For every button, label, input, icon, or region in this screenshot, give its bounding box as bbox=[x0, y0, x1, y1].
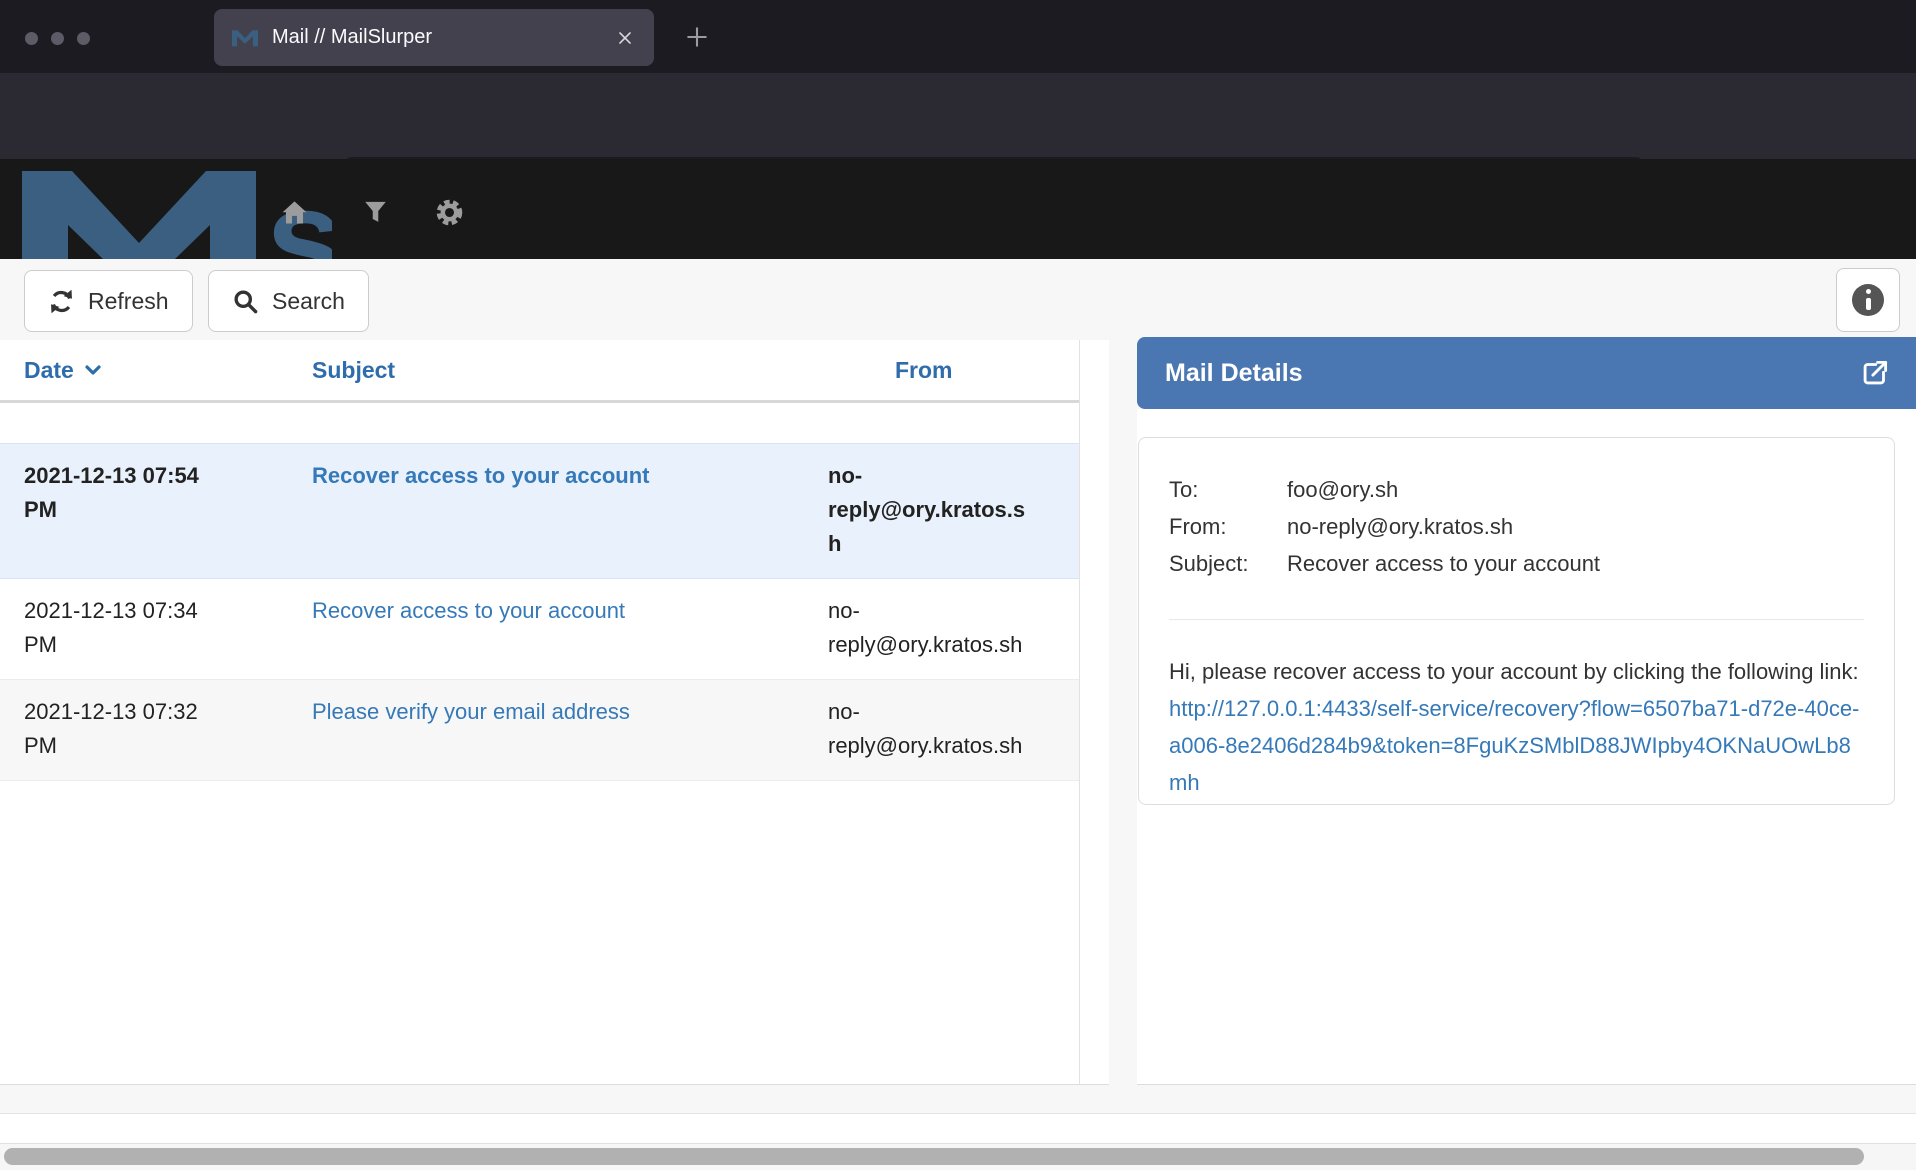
mail-meta-from: From: no-reply@ory.kratos.sh bbox=[1169, 508, 1864, 545]
mail-row-date: 2021-12-13 07:34 PM bbox=[0, 594, 288, 662]
browser-tab-bar: Mail // MailSlurper bbox=[0, 0, 1916, 73]
mail-body-text: Hi, please recover access to your accoun… bbox=[1169, 659, 1859, 684]
window-controls[interactable] bbox=[25, 32, 90, 45]
tab-title: Mail // MailSlurper bbox=[272, 26, 614, 49]
mail-row-from: no-reply@ory.kratos.sh bbox=[804, 695, 1079, 763]
bottom-strip bbox=[0, 1113, 1916, 1143]
sort-descending-icon bbox=[83, 360, 103, 380]
search-button[interactable]: Search bbox=[208, 270, 369, 332]
to-value: foo@ory.sh bbox=[1287, 471, 1398, 508]
mail-subject-link[interactable]: Recover access to your account bbox=[312, 463, 649, 488]
to-label: To: bbox=[1169, 471, 1287, 508]
mail-body: Hi, please recover access to your accoun… bbox=[1169, 653, 1864, 801]
mail-meta-to: To: foo@ory.sh bbox=[1169, 471, 1864, 508]
column-header-subject-label: Subject bbox=[312, 357, 395, 384]
mail-row-2[interactable]: 2021-12-13 07:34 PM Recover access to yo… bbox=[0, 579, 1079, 680]
mail-row-subject: Recover access to your account bbox=[288, 459, 804, 561]
filter-icon[interactable] bbox=[361, 197, 390, 226]
search-button-label: Search bbox=[272, 288, 345, 315]
mail-details-panel: To: foo@ory.sh From: no-reply@ory.kratos… bbox=[1137, 409, 1916, 1085]
column-header-from[interactable]: From bbox=[804, 357, 1079, 384]
open-external-icon[interactable] bbox=[1858, 356, 1892, 390]
tab-close-icon[interactable] bbox=[614, 27, 636, 49]
favicon-mailslurper-icon bbox=[232, 25, 258, 51]
mail-row-date: 2021-12-13 07:32 PM bbox=[0, 695, 288, 763]
search-icon bbox=[232, 288, 259, 315]
scrollbar-thumb[interactable] bbox=[4, 1148, 1864, 1165]
column-header-date-label: Date bbox=[24, 357, 74, 384]
mail-subject-link[interactable]: Please verify your email address bbox=[312, 699, 630, 724]
column-header-from-label: From bbox=[895, 357, 953, 384]
browser-tab[interactable]: Mail // MailSlurper bbox=[214, 9, 654, 66]
mail-row-subject: Please verify your email address bbox=[288, 695, 804, 763]
refresh-button-label: Refresh bbox=[88, 288, 169, 315]
recovery-link[interactable]: http://127.0.0.1:4433/self-service/recov… bbox=[1169, 696, 1859, 795]
details-divider bbox=[1169, 619, 1864, 620]
mail-details-card: To: foo@ory.sh From: no-reply@ory.kratos… bbox=[1138, 437, 1895, 805]
settings-gear-icon[interactable] bbox=[434, 197, 465, 228]
mail-meta-subject: Subject: Recover access to your account bbox=[1169, 545, 1864, 582]
horizontal-scrollbar[interactable] bbox=[0, 1143, 1916, 1170]
mail-details-title: Mail Details bbox=[1165, 359, 1858, 388]
info-icon bbox=[1852, 284, 1884, 316]
column-header-date[interactable]: Date bbox=[0, 357, 288, 384]
mail-row-from: no-reply@ory.kratos.sh bbox=[804, 459, 1079, 561]
browser-toolbar: 127.0.0.1:4436/# 90% bbox=[0, 73, 1916, 159]
mail-details-header: Mail Details bbox=[1137, 337, 1916, 409]
screen: Mail // MailSlurper bbox=[0, 0, 1916, 1170]
subject-label: Subject: bbox=[1169, 545, 1287, 582]
mail-row-3[interactable]: 2021-12-13 07:32 PM Please verify your e… bbox=[0, 680, 1079, 781]
mail-row-subject: Recover access to your account bbox=[288, 594, 804, 662]
mail-subject-link[interactable]: Recover access to your account bbox=[312, 598, 625, 623]
subject-value: Recover access to your account bbox=[1287, 545, 1600, 582]
mail-row-from: no-reply@ory.kratos.sh bbox=[804, 594, 1079, 662]
info-button[interactable] bbox=[1836, 268, 1900, 332]
home-icon[interactable] bbox=[279, 197, 310, 228]
from-label: From: bbox=[1169, 508, 1287, 545]
mail-list-panel: Date Subject From 2021-12-13 07:54 PM bbox=[0, 340, 1109, 1085]
mail-row-1[interactable]: 2021-12-13 07:54 PM Recover access to yo… bbox=[0, 443, 1079, 579]
refresh-button[interactable]: Refresh bbox=[24, 270, 193, 332]
refresh-icon bbox=[48, 288, 75, 315]
from-value: no-reply@ory.kratos.sh bbox=[1287, 508, 1513, 545]
mail-row-date: 2021-12-13 07:54 PM bbox=[0, 459, 288, 561]
mail-table-header: Date Subject From bbox=[0, 340, 1079, 403]
app-navbar: s bbox=[0, 159, 1916, 259]
mail-table: Date Subject From 2021-12-13 07:54 PM bbox=[0, 340, 1080, 1084]
column-header-subject[interactable]: Subject bbox=[288, 357, 804, 384]
new-tab-button[interactable] bbox=[683, 23, 711, 51]
